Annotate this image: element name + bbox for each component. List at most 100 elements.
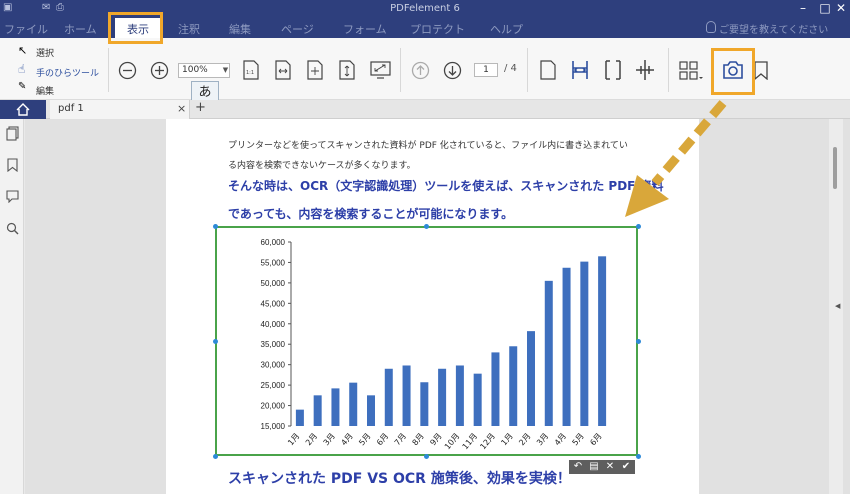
chevron-down-icon[interactable]: ▼ — [221, 63, 230, 78]
chart-bar — [473, 373, 482, 426]
full-screen-icon[interactable] — [370, 61, 391, 79]
chart-bar — [349, 382, 358, 426]
menu-help[interactable]: ヘルプ — [490, 21, 523, 37]
maximize-button[interactable]: □ — [817, 1, 833, 16]
dashed-arrow — [625, 100, 727, 217]
chart-bar — [562, 267, 571, 426]
x-tick-label: 4月 — [553, 432, 568, 448]
comment-icon[interactable] — [6, 190, 19, 203]
undo-icon[interactable]: ↶ — [571, 460, 585, 474]
facing-page-icon[interactable] — [603, 59, 623, 81]
menu-file[interactable]: ファイル — [4, 21, 48, 37]
chart-bar — [331, 388, 340, 426]
fit-height-icon[interactable] — [339, 60, 355, 80]
selection-handle[interactable] — [636, 454, 641, 459]
x-tick-label: 9月 — [428, 432, 443, 448]
x-tick-label: 8月 — [411, 432, 426, 448]
x-tick-label: 10月 — [443, 432, 462, 452]
chart-bar — [384, 368, 393, 426]
chart-bar — [580, 261, 589, 426]
y-tick-label: 30,000 — [261, 361, 286, 370]
home-icon — [16, 103, 30, 116]
chart-bar — [544, 280, 553, 426]
scrollbar-thumb[interactable] — [833, 147, 837, 189]
bookmark-panel-icon[interactable] — [7, 158, 18, 172]
hand-icon: ☝ — [18, 62, 26, 76]
actual-size-icon[interactable]: 1:1 — [243, 60, 259, 80]
page-number-input[interactable]: 1 — [474, 63, 498, 77]
add-tab-icon[interactable]: + — [195, 100, 206, 115]
fit-width-icon[interactable] — [275, 60, 291, 80]
menu-protect[interactable]: プロテクト — [410, 21, 465, 37]
chart-bar — [598, 256, 607, 426]
edit-tool[interactable]: 編集 — [36, 84, 54, 97]
bookmark-icon[interactable] — [754, 61, 768, 80]
zoom-in-icon[interactable] — [150, 61, 169, 80]
select-tool[interactable]: 選択 — [36, 46, 54, 59]
x-tick-label: 3月 — [322, 432, 337, 448]
fit-page-icon[interactable] — [307, 60, 323, 80]
x-tick-label: 1月 — [286, 432, 301, 448]
ribbon-divider — [400, 48, 401, 92]
home-tab[interactable] — [0, 100, 46, 119]
copy-icon[interactable]: ▤ — [587, 460, 601, 474]
search-icon[interactable] — [6, 222, 19, 235]
y-tick-label: 40,000 — [261, 320, 286, 329]
x-tick-label: 6月 — [588, 432, 603, 448]
paragraph-line: プリンターなどを使ってスキャンされた資料が PDF 化されていると、ファイル内に… — [228, 141, 628, 151]
y-tick-label: 60,000 — [261, 238, 286, 247]
chart-bar — [295, 409, 304, 426]
close-window-button[interactable]: ✕ — [833, 1, 849, 16]
cursor-icon: ↖ — [18, 44, 28, 57]
svg-text:1:1: 1:1 — [246, 70, 254, 76]
grid-view-icon[interactable] — [679, 61, 703, 81]
chart-bar — [402, 365, 411, 426]
next-page-icon[interactable] — [443, 61, 462, 80]
continuous-page-icon[interactable] — [570, 59, 590, 81]
menu-page[interactable]: ページ — [281, 21, 314, 37]
minimize-button[interactable]: – — [795, 1, 811, 16]
view-tab-highlight — [108, 12, 163, 44]
selection-handle[interactable] — [213, 454, 218, 459]
thumbnail-icon[interactable] — [6, 126, 19, 141]
y-tick-label: 15,000 — [261, 422, 286, 431]
lightbulb-icon — [706, 21, 716, 33]
y-tick-label: 55,000 — [261, 258, 286, 267]
page-total: / 4 — [504, 63, 517, 74]
selection-handle[interactable] — [213, 339, 218, 344]
y-tick-label: 50,000 — [261, 279, 286, 288]
menu-form[interactable]: フォーム — [343, 21, 387, 37]
x-tick-label: 5月 — [357, 432, 372, 448]
menu-home[interactable]: ホーム — [64, 21, 97, 37]
help-hint-text[interactable]: ご要望を教えてください — [719, 21, 828, 36]
chart-bar — [420, 382, 429, 426]
selection-handle[interactable] — [424, 224, 429, 229]
single-page-icon[interactable] — [540, 60, 556, 80]
zoom-out-icon[interactable] — [118, 61, 137, 80]
chart-bar — [438, 368, 447, 426]
x-tick-label: 12月 — [478, 432, 497, 452]
selection-handle[interactable] — [636, 339, 641, 344]
y-tick-label: 25,000 — [261, 381, 286, 390]
selection-handle[interactable] — [424, 454, 429, 459]
menu-comment[interactable]: 注釈 — [178, 21, 200, 37]
menu-edit[interactable]: 編集 — [229, 21, 251, 37]
snapshot-selection[interactable]: 15,000 20,000 25,000 30,000 35,000 40,000 45,0… — [215, 226, 638, 456]
confirm-icon[interactable]: ✔ — [619, 460, 633, 474]
document-tab[interactable]: pdf 1 — [50, 100, 190, 119]
hand-tool[interactable]: 手のひらツール — [36, 66, 99, 79]
selection-handle[interactable] — [213, 224, 218, 229]
x-tick-label: 4月 — [339, 432, 354, 448]
split-view-icon[interactable] — [635, 59, 655, 81]
x-tick-label: 2月 — [517, 432, 532, 448]
x-tick-label: 6月 — [375, 432, 390, 448]
cancel-icon[interactable]: ✕ — [603, 460, 617, 474]
x-tick-label: 1月 — [499, 432, 514, 448]
x-tick-label: 7月 — [393, 432, 408, 448]
bar-chart: 15,000 20,000 25,000 30,000 35,000 40,000 45,0… — [261, 238, 607, 452]
close-tab-icon[interactable]: × — [177, 102, 186, 115]
emphasis-line: であっても、内容を検索することが可能になります。 — [228, 207, 514, 221]
previous-page-icon[interactable] — [411, 61, 430, 80]
right-panel-toggle-icon[interactable]: ◀ — [835, 302, 840, 310]
chart-bar — [491, 352, 500, 426]
